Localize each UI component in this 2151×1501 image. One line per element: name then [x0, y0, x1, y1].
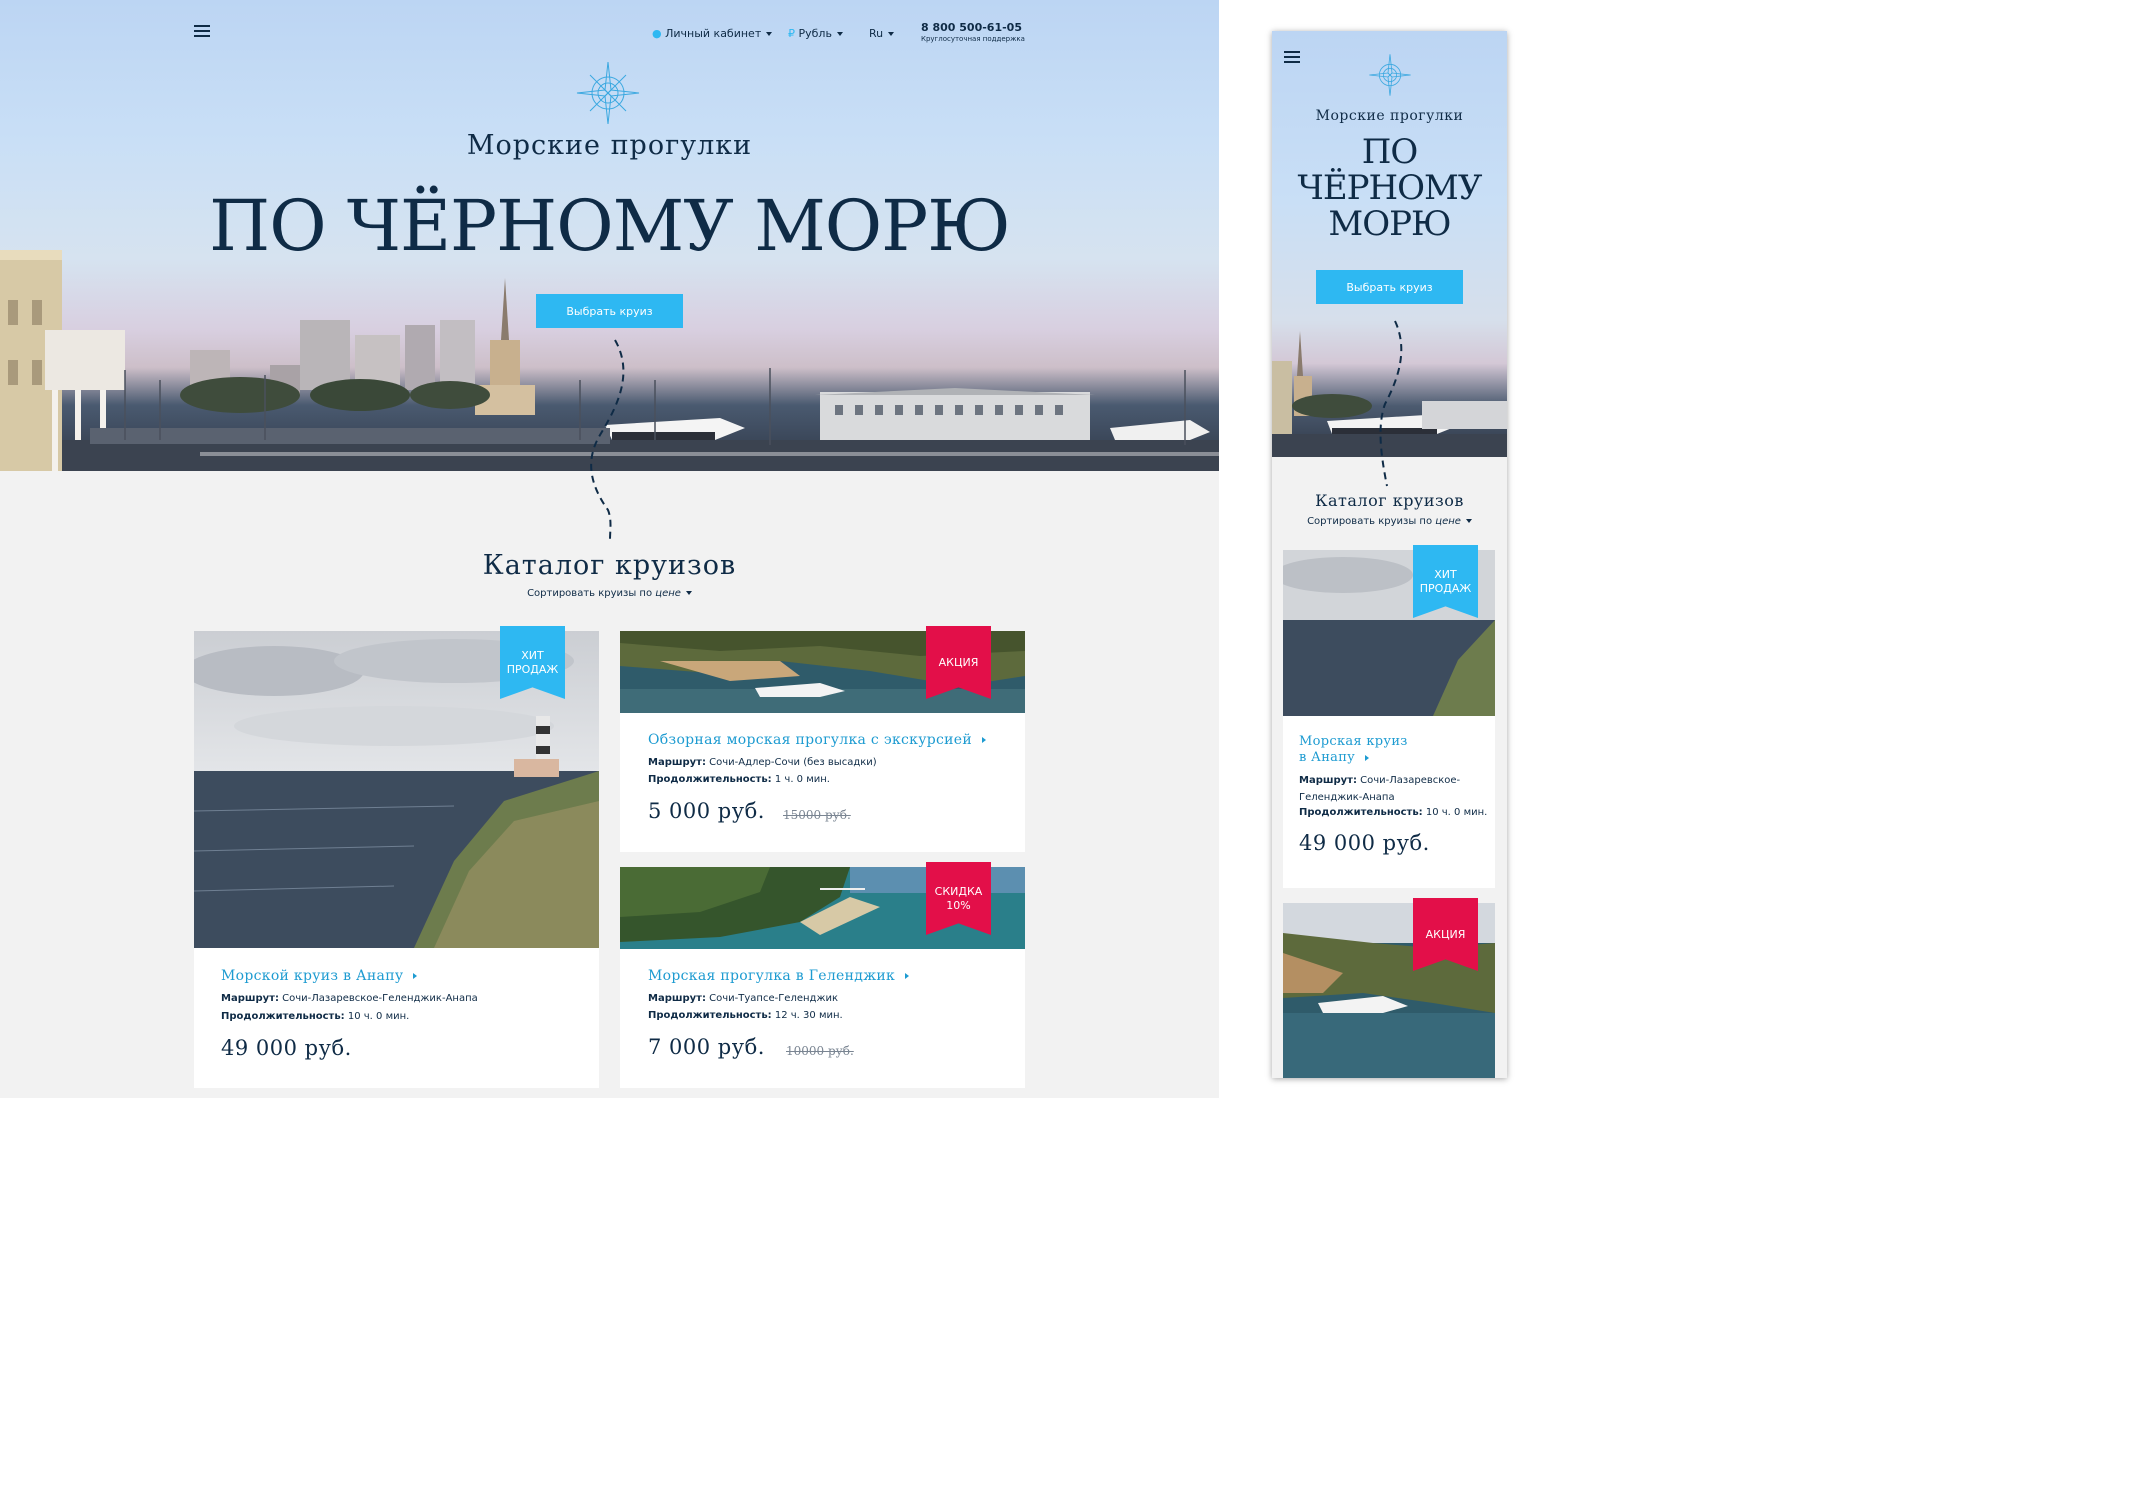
cruise-title: Морская прогулка в Геленджик [648, 968, 896, 984]
menu-icon[interactable] [1284, 51, 1300, 63]
account-menu[interactable]: ● Личный кабинет [652, 27, 773, 40]
cruise-duration: Продолжительность: 12 ч. 30 мин. [648, 1010, 843, 1021]
sort-value[interactable]: цене [1435, 516, 1461, 527]
catalog-title: Каталог круизов [1315, 491, 1464, 510]
cruise-card[interactable]: ХИТ ПРОДАЖ Морская круиз в Анапу Маршрут:… [1283, 545, 1495, 888]
chevron-down-icon [1465, 519, 1472, 523]
cruise-title: в Анапу [1299, 750, 1356, 765]
route-label: Маршрут: [648, 993, 706, 1004]
badge-line: ПРОДАЖ [1419, 581, 1472, 595]
support-contact: 8 800 500-61-05 Круглосуточная поддержка [921, 21, 1025, 43]
arrow-right-icon [982, 737, 986, 743]
choose-cruise-button[interactable]: Выбрать круиз [536, 294, 683, 328]
cruise-old-price: 15000 руб. [783, 808, 851, 822]
route-value: Сочи-Лазаревское- [1360, 775, 1461, 786]
choose-cruise-button[interactable]: Выбрать круиз [1316, 270, 1463, 304]
cruise-title-link[interactable]: Морской круиз в Анапу [221, 968, 418, 984]
currency-label: Рубль [798, 27, 832, 40]
chevron-down-icon [685, 591, 692, 595]
duration-value: 10 ч. 0 мин. [1425, 807, 1488, 818]
hero-subtitle: Морские прогулки [1315, 108, 1464, 124]
badge-line: АКЦИЯ [938, 655, 979, 669]
badge-line: 10% [946, 898, 971, 912]
badge-line: ХИТ [521, 648, 544, 662]
duration-label: Продолжительность: [1299, 807, 1423, 818]
duration-value: 10 ч. 0 мин. [347, 1011, 410, 1022]
arrow-right-icon [905, 973, 910, 979]
chevron-down-icon [836, 32, 843, 36]
ruble-icon: ₽ [788, 27, 795, 40]
cruise-title: Обзорная морская прогулка с экскурсией [648, 732, 972, 748]
language-menu[interactable]: Ru [869, 27, 895, 40]
badge-line: СКИДКА [934, 884, 983, 898]
route-label: Маршрут: [221, 993, 279, 1004]
route-dashed-line [1379, 320, 1403, 487]
sort-prefix: Сортировать круизы по [1307, 516, 1433, 527]
duration-value: 12 ч. 30 мин. [774, 1010, 843, 1021]
account-label: Личный кабинет [665, 27, 762, 40]
compass-icon [576, 61, 640, 125]
user-icon: ● [652, 27, 662, 40]
cruise-route: Маршрут: Сочи-Адлер-Сочи (без высадки) [648, 757, 877, 768]
chevron-down-icon [766, 32, 773, 36]
cruise-price: 7 000 руб. [648, 1035, 765, 1059]
duration-value: 1 ч. 0 мин. [774, 774, 830, 785]
catalog-title: Каталог круизов [482, 550, 737, 581]
cruise-title-link[interactable]: Морская прогулка в Геленджик [648, 968, 910, 984]
cruise-title: Морская круиз [1299, 734, 1408, 749]
sort-prefix: Сортировать круизы по [527, 588, 653, 599]
cruise-duration: Продолжительность: 1 ч. 0 мин. [648, 774, 830, 785]
cruise-price: 49 000 руб. [1299, 831, 1430, 855]
cruise-price: 5 000 руб. [648, 799, 765, 823]
cruise-duration: Продолжительность: 10 ч. 0 мин. [221, 1011, 409, 1022]
support-label: Круглосуточная поддержка [921, 35, 1025, 43]
language-label: Ru [869, 27, 884, 40]
hero-title-line: МОРЮ [1328, 204, 1451, 244]
phone-number[interactable]: 8 800 500-61-05 [921, 21, 1025, 34]
cruise-price: 49 000 руб. [221, 1036, 352, 1060]
route-label: Маршрут: [1299, 775, 1357, 786]
cruise-title-link[interactable]: Обзорная морская прогулка с экскурсией [648, 732, 986, 748]
hero-subtitle: Морские прогулки [466, 130, 753, 161]
hero-title-line: ПО [1361, 132, 1419, 172]
hero-title-line: ЧЁРНОМУ [1297, 168, 1483, 208]
route-label: Маршрут: [648, 757, 706, 768]
duration-label: Продолжительность: [648, 1010, 772, 1021]
chevron-down-icon [888, 32, 895, 36]
cruise-route: Маршрут: Сочи-Туапсе-Геленджик [648, 993, 838, 1004]
hero-title: ПО ЧЁРНОМУ МОРЮ [1272, 134, 1507, 242]
badge-line: АКЦИЯ [1425, 927, 1466, 941]
route-dashed-line [590, 339, 625, 541]
badge-line: ХИТ [1434, 567, 1457, 581]
menu-icon[interactable] [194, 25, 210, 37]
cruise-route: Маршрут: Сочи-Лазаревское-Геленджик-Анап… [221, 993, 478, 1004]
cruise-card[interactable]: АКЦИЯ Обзорная морская прогулка с экскур… [620, 626, 1025, 852]
arrow-right-icon [413, 973, 418, 979]
sort-value[interactable]: цене [655, 588, 681, 599]
cruise-card[interactable]: АКЦИЯ [1283, 898, 1495, 1078]
sort-control[interactable]: Сортировать круизы по цене [1272, 516, 1507, 527]
compass-icon [1369, 54, 1411, 96]
mobile-view: Морские прогулки ПО ЧЁРНОМУ МОРЮ Выбрать… [1272, 31, 1507, 1078]
duration-label: Продолжительность: [648, 774, 772, 785]
cruise-card[interactable]: СКИДКА 10% Морская прогулка в Геленджик М… [620, 862, 1025, 1088]
cruise-title-link[interactable]: Морская круиз в Анапу [1299, 734, 1408, 766]
cruise-title: Морской круиз в Анапу [221, 968, 404, 984]
route-value: Сочи-Туапсе-Геленджик [709, 993, 839, 1004]
badge-line: ПРОДАЖ [506, 662, 559, 676]
cruise-card[interactable]: ХИТ ПРОДАЖ Морской круиз в Анапу Маршрут:… [194, 626, 599, 1088]
cruise-route: Маршрут: Сочи-Лазаревское- Геленджик-Ана… [1299, 772, 1460, 806]
route-value: Сочи-Адлер-Сочи (без высадки) [709, 757, 877, 768]
route-value: Геленджик-Анапа [1299, 792, 1395, 803]
route-value: Сочи-Лазаревское-Геленджик-Анапа [282, 993, 478, 1004]
hero-title: ПО ЧЁРНОМУ МОРЮ [209, 185, 1011, 267]
sort-control[interactable]: Сортировать круизы по цене [0, 588, 1219, 599]
arrow-right-icon [1365, 754, 1370, 761]
desktop-view: ● Личный кабинет ₽ Рубль Ru 8 800 500-61… [0, 0, 1219, 1098]
duration-label: Продолжительность: [221, 1011, 345, 1022]
cruise-old-price: 10000 руб. [786, 1044, 854, 1058]
currency-menu[interactable]: ₽ Рубль [788, 27, 843, 40]
cruise-duration: Продолжительность: 10 ч. 0 мин. [1299, 807, 1487, 818]
